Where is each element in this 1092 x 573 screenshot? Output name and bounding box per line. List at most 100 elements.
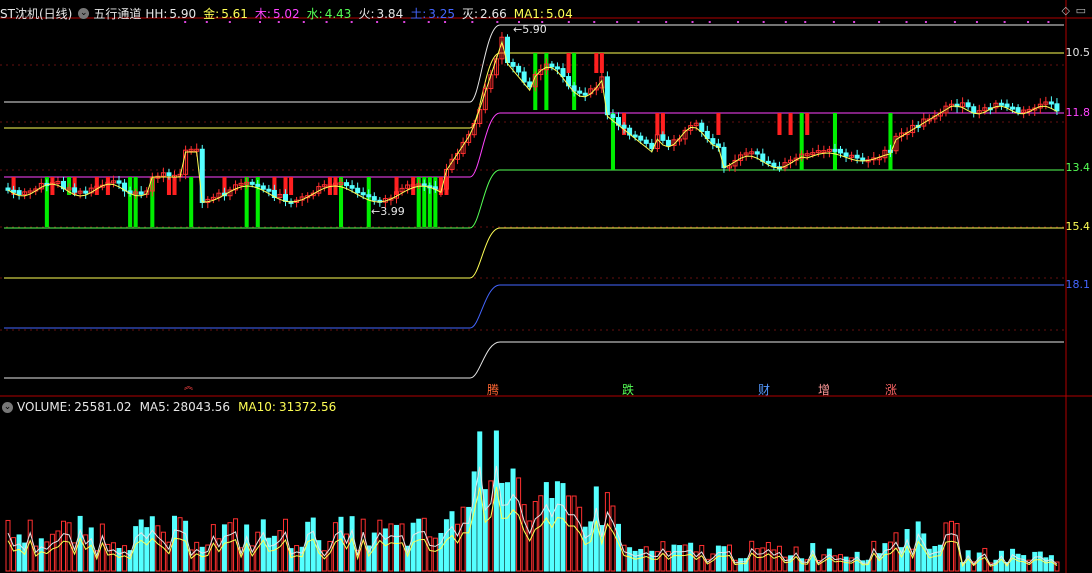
volume-bar (893, 532, 899, 572)
signal-marker-die: 跌 (622, 383, 635, 397)
band-block (788, 113, 793, 135)
volume-bar (532, 501, 538, 572)
candle-body (621, 124, 627, 129)
volume-bar (455, 523, 461, 572)
candle-body (199, 148, 205, 203)
chevron-down-icon[interactable]: ⌄ (2, 401, 13, 413)
volume-bar (438, 532, 444, 572)
candle-body (854, 154, 860, 159)
volume-bar (493, 430, 499, 572)
volume-bar (577, 506, 583, 572)
volume-bar (937, 544, 943, 572)
candle-body (116, 180, 122, 184)
volume-bar (627, 547, 633, 572)
volume-bar (682, 544, 688, 572)
chart-svg[interactable] (0, 0, 1092, 573)
signal-dot (878, 21, 881, 23)
signal-dot (737, 21, 740, 23)
volume-bar (1032, 551, 1038, 572)
indicator-value-label: HH: (145, 6, 168, 21)
candle-body (349, 185, 355, 189)
candle-body (610, 114, 616, 119)
band-block (128, 177, 133, 227)
candle-body (1015, 107, 1021, 113)
candle-body (255, 183, 261, 187)
volume-bar (138, 519, 144, 572)
signal-dot (784, 21, 787, 23)
candle-body (521, 71, 527, 83)
volume-bar (765, 541, 771, 572)
band-block (805, 113, 810, 135)
volume-bar (604, 492, 610, 572)
candle-body (516, 65, 522, 73)
volume-bar (1015, 553, 1021, 572)
volume-value: 25581.02 (74, 400, 132, 414)
volume-bar (799, 558, 805, 572)
candle-body (1054, 103, 1060, 112)
volume-bar (16, 534, 22, 572)
volume-bar (49, 533, 55, 572)
volume-bar (66, 522, 72, 572)
ma10-label: MA10: (238, 400, 276, 414)
channel-line (4, 284, 1064, 329)
volume-bar (776, 545, 782, 572)
signal-dot (1047, 21, 1050, 23)
indicator-name[interactable]: 五行通道 (93, 5, 141, 22)
volume-bar (399, 523, 405, 572)
volume-bar (177, 517, 183, 572)
signal-marker-teng: 腾 (487, 383, 500, 397)
candle-body (1010, 106, 1016, 110)
signal-marker-cai: 财 (758, 383, 771, 397)
volume-bar (271, 535, 277, 572)
volume-bar (632, 550, 638, 572)
candle-body (554, 66, 560, 70)
window-icon[interactable]: ▭ (1076, 4, 1086, 17)
band-block (366, 177, 371, 227)
volume-bar (571, 495, 577, 572)
candle-body (643, 139, 649, 144)
volume-bar (638, 548, 644, 572)
candle-body (371, 196, 377, 201)
candle-body (366, 194, 372, 198)
volume-bar (738, 558, 744, 572)
axis-label-gold: 10.5 (1065, 46, 1091, 59)
indicator-value: 3.84 (376, 6, 404, 21)
candle-body (765, 160, 771, 164)
volume-bar (5, 519, 11, 572)
signal-marker-zhang: 涨 (885, 383, 898, 397)
volume-bar (55, 530, 61, 572)
candle-body (138, 191, 144, 195)
chevron-down-icon[interactable]: ⌄ (78, 7, 90, 19)
volume-bar (260, 519, 266, 572)
volume-bar (44, 541, 50, 572)
high-price-value: 5.90 (522, 23, 547, 36)
candle-body (998, 102, 1004, 106)
volume-bar (649, 550, 655, 572)
volume-bar (549, 498, 555, 572)
stock-title[interactable]: ST沈机(日线) (0, 5, 72, 22)
volume-bar (227, 522, 233, 572)
candle-body (249, 181, 255, 185)
channel-line (4, 112, 1064, 178)
signal-dot (953, 21, 956, 23)
volume-bar (1037, 551, 1043, 572)
volume-bar (382, 528, 388, 572)
volume-bar (688, 542, 694, 572)
low-price-annotation: ←3.99 (371, 205, 405, 218)
volume-bar (538, 495, 544, 572)
volume-bar (449, 511, 455, 572)
band-block (566, 53, 571, 73)
indicator-value-label: 木: (254, 6, 271, 21)
volume-bar (166, 541, 172, 572)
ma1-line (7, 40, 1058, 203)
indicator-header: ST沈机(日线) ⌄ 五行通道 HH: 5.90 金: 5.61 木: 5.02 水: 4.4… (0, 3, 584, 23)
volume-bar (210, 524, 216, 572)
volume-bar (677, 545, 683, 572)
diamond-icon[interactable]: ◇ (1062, 4, 1070, 17)
volume-bar (754, 548, 760, 572)
chart-canvas[interactable]: ST沈机(日线) ⌄ 五行通道 HH: 5.90 金: 5.61 木: 5.02 水: 4.4… (0, 0, 1092, 573)
candle-body (1004, 103, 1010, 108)
indicator-value-label: 土: (410, 6, 427, 21)
volume-bar (943, 522, 949, 572)
volume-bar (332, 522, 338, 572)
